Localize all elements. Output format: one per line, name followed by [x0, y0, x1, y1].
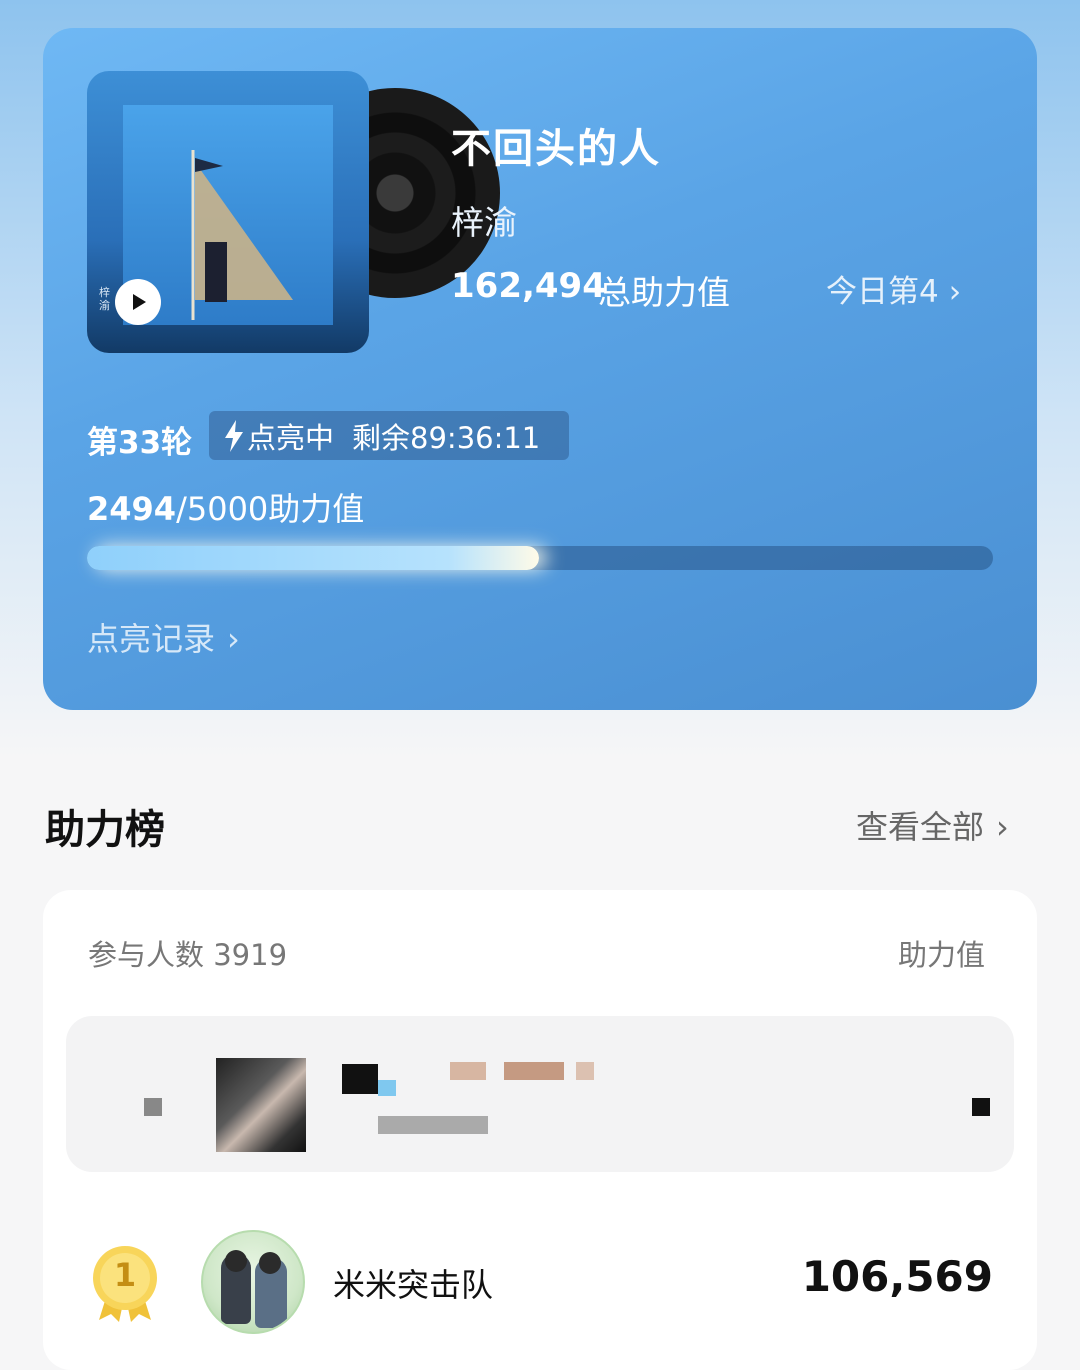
history-link-label: 点亮记录: [87, 620, 216, 658]
progress-total: /5000助力值: [176, 490, 365, 528]
chevron-right-icon: ›: [948, 274, 962, 310]
play-icon: [133, 294, 146, 310]
lighting-history-link[interactable]: 点亮记录 ›: [87, 614, 240, 660]
remaining-time: 剩余89:36:11: [352, 420, 541, 455]
song-title: 不回头的人: [451, 126, 661, 172]
redacted-name-part: [378, 1080, 396, 1096]
participant-count: 参与人数 3919: [88, 938, 288, 972]
today-rank-text: 今日第4: [826, 274, 939, 310]
redacted-name-part: [576, 1062, 594, 1080]
redacted-name-part: [504, 1062, 564, 1080]
redacted-avatar: [216, 1058, 306, 1152]
today-rank-link[interactable]: 今日第4 ›: [826, 266, 961, 311]
redacted-name-part: [450, 1062, 486, 1080]
my-rank-row[interactable]: [66, 1016, 1014, 1172]
redacted-name: [342, 1064, 378, 1094]
status-text: 点亮中: [247, 420, 335, 455]
rank-number: 1: [113, 1256, 137, 1294]
redacted-rank: [144, 1098, 162, 1116]
round-label: 第33轮: [87, 425, 193, 461]
play-button[interactable]: [115, 279, 161, 325]
value-column-header: 助力值: [898, 938, 986, 972]
sail-illustration: [191, 150, 293, 320]
progress-fill: [87, 546, 539, 570]
redacted-sub: [378, 1116, 488, 1134]
lighting-status-badge: 点亮中 剩余89:36:11: [209, 411, 569, 460]
artist-name[interactable]: 梓渝: [451, 196, 517, 244]
view-all-label: 查看全部: [856, 808, 985, 846]
total-boost-label: 总助力值: [598, 273, 730, 312]
redacted-value: [972, 1098, 990, 1116]
chevron-right-icon: ›: [227, 620, 240, 658]
progress-text: 2494/5000助力值: [87, 484, 364, 530]
chevron-right-icon: ›: [996, 808, 1009, 846]
avatar-figure: [259, 1252, 281, 1274]
leaderboard-row[interactable]: 1 米米突击队 106,569: [43, 1220, 1037, 1340]
team-name: 米米突击队: [333, 1266, 494, 1304]
album-cover[interactable]: 梓渝: [87, 71, 369, 353]
total-boost-value: 162,494: [451, 266, 606, 306]
progress-current: 2494: [87, 490, 177, 528]
avatar[interactable]: [201, 1230, 305, 1334]
lightning-icon: [225, 419, 243, 452]
team-score: 106,569: [801, 1252, 993, 1301]
view-all-link[interactable]: 查看全部 ›: [856, 802, 1009, 848]
leaderboard-title: 助力榜: [45, 807, 165, 853]
cover-artist-text: 梓渝: [99, 286, 110, 312]
avatar-figure: [225, 1250, 247, 1272]
progress-bar: [87, 546, 993, 570]
